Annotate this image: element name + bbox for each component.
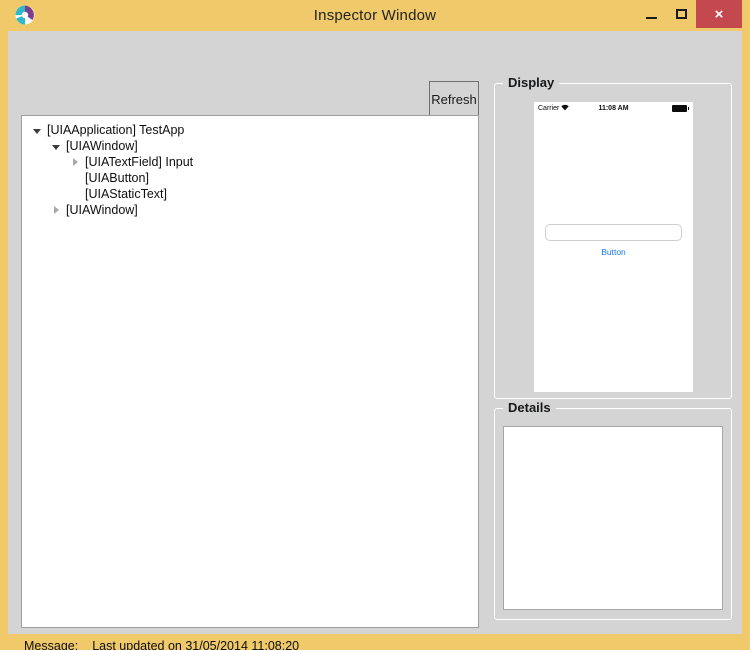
tree-node-label: [UIAStaticText] [85, 187, 167, 201]
maximize-icon [675, 9, 687, 19]
tree-node[interactable]: [UIAStaticText] [22, 186, 478, 202]
minimize-button[interactable] [636, 0, 666, 28]
display-groupbox: Display Carrier 11:08 AM Button [494, 75, 732, 399]
close-icon: × [714, 5, 724, 23]
status-message: Last updated on 31/05/2014 11:08:20 [92, 639, 300, 650]
tree-node[interactable]: [UIAApplication] TestApp [22, 122, 478, 138]
window-controls: × [636, 0, 742, 28]
tree-expander-closed-icon[interactable] [68, 158, 82, 166]
display-groupbox-title: Display [503, 75, 560, 90]
tree-node-label: [UIAApplication] TestApp [47, 123, 185, 137]
phone-text-field[interactable] [545, 224, 682, 241]
tree-expander-closed-icon[interactable] [49, 206, 63, 214]
tree-node[interactable]: [UIAButton] [22, 170, 478, 186]
phone-statusbar: Carrier 11:08 AM [534, 102, 693, 115]
element-tree: [UIAApplication] TestApp [UIAWindow] [UIAT… [22, 116, 478, 218]
window-title: Inspector Window [313, 7, 437, 24]
phone-preview-screen[interactable]: Carrier 11:08 AM Button [534, 102, 693, 392]
tree-expander-open-icon[interactable] [49, 144, 63, 150]
phone-button[interactable]: Button [534, 247, 693, 257]
tree-node-label: [UIAWindow] [66, 139, 138, 153]
maximize-button[interactable] [666, 0, 696, 28]
inspector-window: Inspector Window × Refresh [UIAApplicati… [0, 0, 750, 650]
tree-node[interactable]: [UIAWindow] [22, 138, 478, 154]
tree-expander-open-icon[interactable] [30, 128, 44, 134]
phone-time: 11:08 AM [598, 105, 629, 112]
tree-node-label: [UIATextField] Input [85, 155, 194, 169]
details-text-area[interactable] [503, 426, 723, 610]
close-button[interactable]: × [696, 0, 742, 28]
status-bar: Message: Last updated on 31/05/2014 11:0… [24, 639, 299, 650]
tree-node[interactable]: [UIATextField] Input [22, 154, 478, 170]
details-groupbox-title: Details [503, 400, 556, 415]
minimize-icon [645, 16, 657, 19]
client-area: Refresh [UIAApplication] TestApp [UIAWind… [8, 31, 742, 650]
title-bar: Inspector Window × [8, 0, 742, 31]
tree-node-label: [UIAWindow] [66, 203, 138, 217]
element-tree-panel[interactable]: [UIAApplication] TestApp [UIAWindow] [UIAT… [21, 115, 479, 628]
status-label: Message: [24, 639, 79, 650]
tree-node[interactable]: [UIAWindow] [22, 202, 478, 218]
swirl-logo-icon [14, 4, 36, 26]
refresh-button[interactable]: Refresh [429, 81, 479, 118]
details-groupbox: Details [494, 400, 732, 620]
tree-node-label: [UIAButton] [85, 171, 149, 185]
battery-icon [671, 105, 689, 112]
